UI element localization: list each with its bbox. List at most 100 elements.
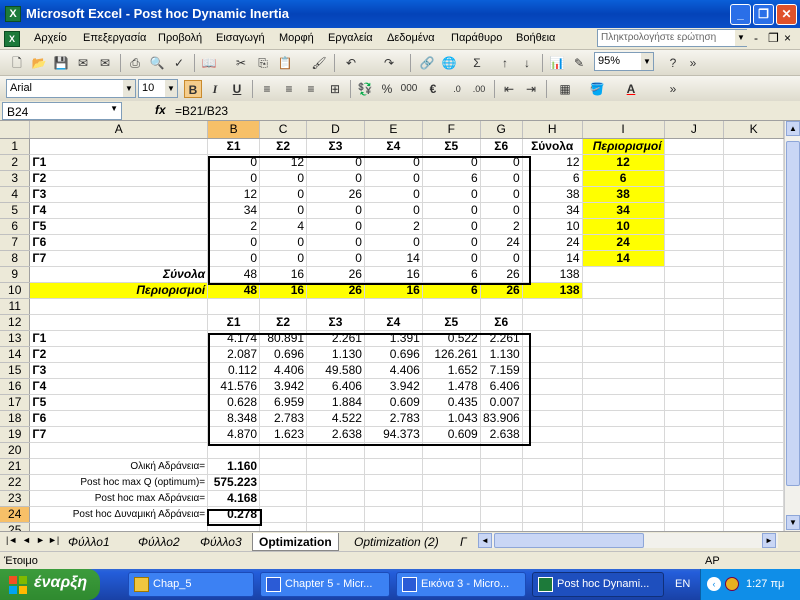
font-name-dropdown[interactable]: Arial ▼	[6, 79, 136, 98]
cell-i2[interactable]: 12	[582, 154, 665, 171]
cell-b18[interactable]: 8.348	[207, 410, 261, 427]
cell-a8[interactable]: Γ7	[29, 250, 209, 267]
cell-f18[interactable]: 1.043	[422, 410, 481, 427]
task-chap5[interactable]: Chap_5	[128, 572, 254, 597]
cell-c23[interactable]	[259, 490, 308, 507]
cell-f5[interactable]: 0	[422, 202, 481, 219]
cell-j17[interactable]	[664, 394, 725, 411]
cell-e10[interactable]: 16	[364, 282, 423, 299]
cell-h25[interactable]	[522, 522, 583, 531]
cell-c11[interactable]	[259, 298, 308, 315]
cell-i17[interactable]	[582, 394, 665, 411]
cell-f11[interactable]	[422, 298, 481, 315]
cell-j5[interactable]	[664, 202, 725, 219]
cell-c15[interactable]: 4.406	[259, 362, 308, 379]
last-sheet-icon[interactable]: ►|	[48, 535, 59, 545]
cell-i20[interactable]	[582, 442, 665, 459]
decrease-decimal-icon[interactable]: .00	[470, 80, 488, 98]
save-icon[interactable]: 💾	[52, 54, 70, 72]
cell-d14[interactable]: 1.130	[306, 346, 365, 363]
cell-g16[interactable]: 6.406	[480, 378, 523, 395]
cell-e14[interactable]: 0.696	[364, 346, 423, 363]
cell-d18[interactable]: 4.522	[306, 410, 365, 427]
cell-e3[interactable]: 0	[364, 170, 423, 187]
cell-i9[interactable]	[582, 266, 665, 283]
cell-f2[interactable]: 0	[422, 154, 481, 171]
chevron-down-icon[interactable]: ▼	[110, 104, 118, 113]
doc-close-icon[interactable]: ×	[784, 31, 791, 45]
row-header[interactable]: 2	[0, 154, 31, 171]
cell-j22[interactable]	[664, 474, 725, 491]
cell-b12[interactable]: Σ1	[207, 314, 261, 331]
cell-a9[interactable]: Σύνολα	[29, 266, 209, 283]
row-header[interactable]: 1	[0, 138, 31, 155]
cell-h8[interactable]: 14	[522, 250, 583, 267]
language-indicator[interactable]: EN	[675, 578, 690, 590]
cell-e23[interactable]	[364, 490, 423, 507]
cell-d5[interactable]: 0	[306, 202, 365, 219]
row-header[interactable]: 21	[0, 458, 31, 475]
cell-k5[interactable]	[723, 202, 784, 219]
menu-help[interactable]: Βοήθεια	[516, 32, 555, 44]
cell-k1[interactable]	[723, 138, 784, 155]
cell-i10[interactable]	[582, 282, 665, 299]
cell-j10[interactable]	[664, 282, 725, 299]
help-icon[interactable]: ?	[664, 54, 682, 72]
cell-h18[interactable]	[522, 410, 583, 427]
cell-g12[interactable]: Σ6	[480, 314, 523, 331]
cell-b11[interactable]	[207, 298, 261, 315]
row-header[interactable]: 20	[0, 442, 31, 459]
tab-optimization[interactable]: Optimization	[252, 533, 339, 551]
email-icon[interactable]: ✉	[96, 54, 114, 72]
euro-button[interactable]: €	[424, 80, 442, 98]
cell-d1[interactable]: Σ3	[306, 138, 365, 155]
cell-g14[interactable]: 1.130	[480, 346, 523, 363]
undo-icon[interactable]: ↶	[342, 54, 360, 72]
cell-f9[interactable]: 6	[422, 266, 481, 283]
row-header[interactable]: 19	[0, 426, 31, 443]
cell-d19[interactable]: 2.638	[306, 426, 365, 443]
cell-f12[interactable]: Σ5	[422, 314, 481, 331]
cell-k3[interactable]	[723, 170, 784, 187]
cell-g3[interactable]: 0	[480, 170, 523, 187]
cell-g13[interactable]: 2.261	[480, 330, 523, 347]
cell-c16[interactable]: 3.942	[259, 378, 308, 395]
redo-icon[interactable]: ↷	[380, 54, 398, 72]
cell-d15[interactable]: 49.580	[306, 362, 365, 379]
menu-insert[interactable]: Εισαγωγή	[216, 32, 265, 44]
horizontal-scrollbar[interactable]: ◄ ►	[478, 533, 778, 548]
cell-f7[interactable]: 0	[422, 234, 481, 251]
cell-k18[interactable]	[723, 410, 784, 427]
cell-g19[interactable]: 2.638	[480, 426, 523, 443]
chevron-down-icon[interactable]: ▼	[735, 30, 747, 46]
cell-k11[interactable]	[723, 298, 784, 315]
cell-i4[interactable]: 38	[582, 186, 665, 203]
cell-f13[interactable]: 0.522	[422, 330, 481, 347]
cell-b3[interactable]: 0	[207, 170, 261, 187]
cell-g24[interactable]	[480, 506, 523, 523]
cell-e1[interactable]: Σ4	[364, 138, 423, 155]
row-header[interactable]: 3	[0, 170, 31, 187]
cell-h7[interactable]: 24	[522, 234, 583, 251]
borders-icon[interactable]: ▦	[556, 80, 574, 98]
cell-c18[interactable]: 2.783	[259, 410, 308, 427]
row-header[interactable]: 17	[0, 394, 31, 411]
bold-button[interactable]: B	[184, 80, 202, 98]
scroll-right-icon[interactable]: ►	[762, 533, 776, 548]
cell-i12[interactable]	[582, 314, 665, 331]
cell-e4[interactable]: 0	[364, 186, 423, 203]
cell-b8[interactable]: 0	[207, 250, 261, 267]
cell-k23[interactable]	[723, 490, 784, 507]
cell-h13[interactable]	[522, 330, 583, 347]
open-icon[interactable]: 📂	[30, 54, 48, 72]
cell-d17[interactable]: 1.884	[306, 394, 365, 411]
cell-a4[interactable]: Γ3	[29, 186, 209, 203]
cell-h16[interactable]	[522, 378, 583, 395]
cell-j19[interactable]	[664, 426, 725, 443]
cell-e17[interactable]: 0.609	[364, 394, 423, 411]
cell-h1[interactable]: Σύνολα	[522, 138, 583, 155]
cell-c5[interactable]: 0	[259, 202, 308, 219]
chevron-left-icon[interactable]: ‹	[707, 577, 721, 591]
cell-d23[interactable]	[306, 490, 365, 507]
row-header[interactable]: 10	[0, 282, 31, 299]
